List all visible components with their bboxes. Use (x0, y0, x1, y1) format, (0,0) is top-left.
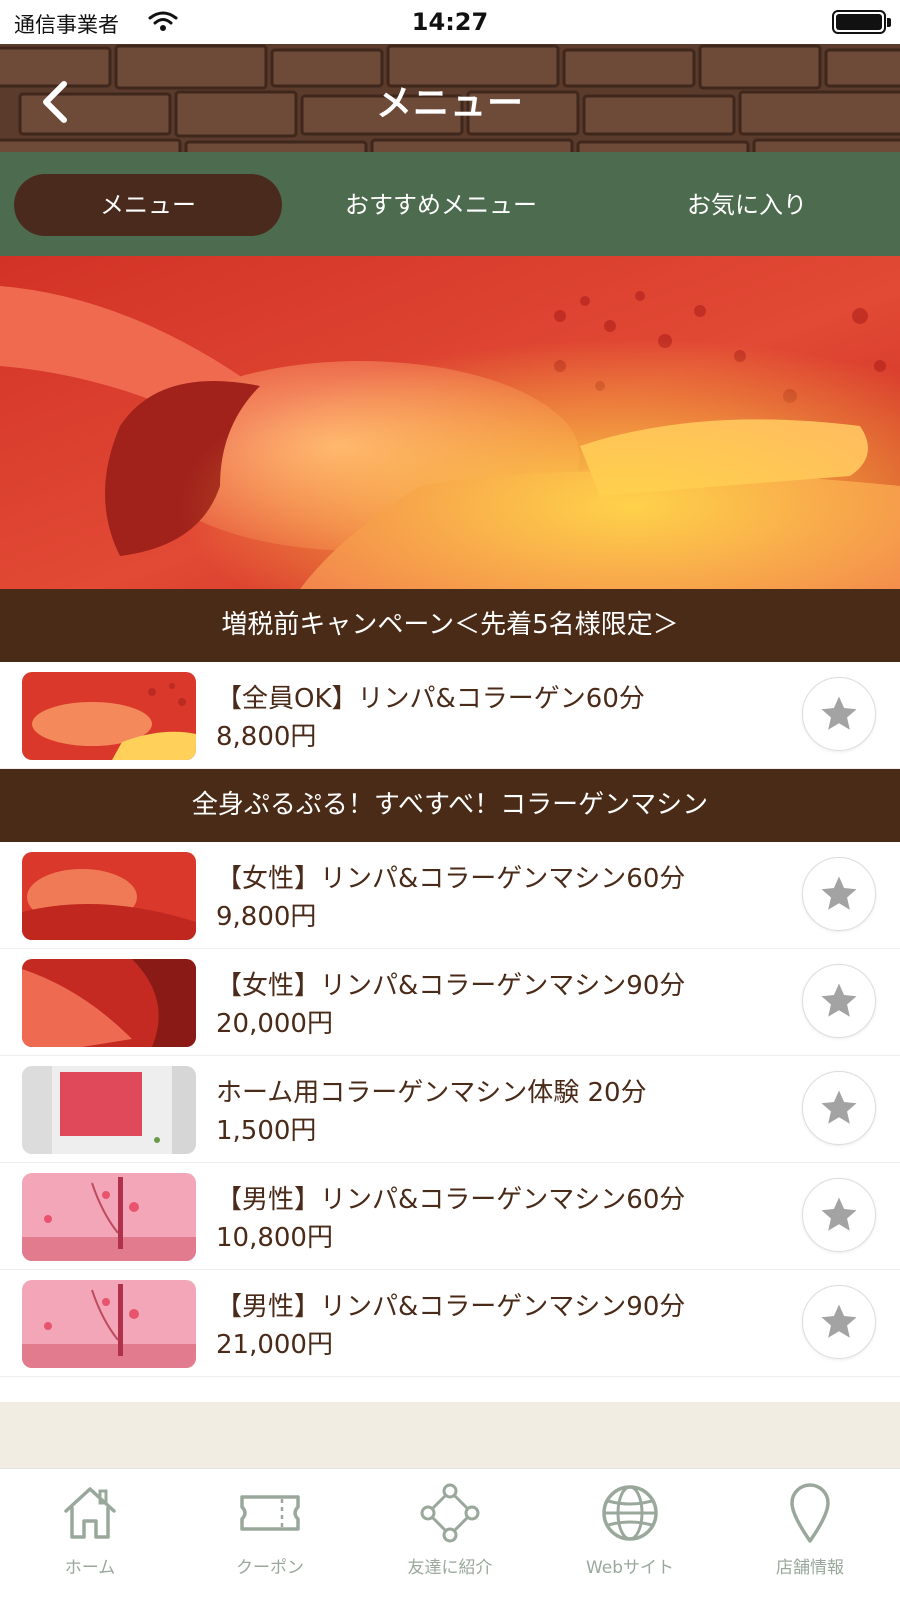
favorite-button[interactable] (802, 857, 876, 931)
status-time: 14:27 (411, 8, 489, 36)
nav-coupon[interactable]: クーポン (180, 1481, 360, 1591)
menu-item-name: 【男性】リンパ&コラーゲンマシン60分 (216, 1185, 686, 1215)
menu-item[interactable]: 【男性】リンパ&コラーゲンマシン60分 10,800円 (0, 1163, 900, 1270)
menu-item-price: 9,800円 (216, 902, 317, 932)
menu-item[interactable]: 【女性】リンパ&コラーゲンマシン60分 9,800円 (0, 842, 900, 949)
nav-home-label: ホーム (64, 1558, 116, 1578)
menu-item-price: 20,000円 (216, 1009, 333, 1039)
tab-recommended[interactable]: おすすめメニュー (306, 174, 576, 236)
star-icon (821, 696, 857, 730)
favorite-button[interactable] (802, 964, 876, 1038)
home-icon (64, 1487, 116, 1539)
menu-item[interactable]: 【女性】リンパ&コラーゲンマシン90分 20,000円 (0, 949, 900, 1056)
favorite-button[interactable] (802, 1178, 876, 1252)
back-chevron-icon[interactable] (28, 72, 88, 132)
menu-item-price: 21,000円 (216, 1330, 333, 1360)
section-header-campaign: 増税前キャンペーン＜先着5名様限定＞ (0, 589, 900, 662)
nav-website[interactable]: Webサイト (540, 1481, 720, 1591)
menu-item[interactable]: 【全員OK】リンパ&コラーゲン60分 8,800円 (0, 662, 900, 769)
favorite-button[interactable] (802, 677, 876, 751)
menu-item-name: 【全員OK】リンパ&コラーゲン60分 (216, 684, 645, 714)
section-header-collagen: 全身ぷるぷる！すべすべ！コラーゲンマシン (0, 769, 900, 842)
share-icon (420, 1483, 480, 1543)
menu-item-price: 10,800円 (216, 1223, 333, 1253)
menu-item-name: ホーム用コラーゲンマシン体験 20分 (216, 1078, 647, 1108)
menu-item-name: 【男性】リンパ&コラーゲンマシン90分 (216, 1292, 686, 1322)
star-icon (821, 983, 857, 1017)
menu-thumbnail (22, 959, 196, 1047)
favorite-button[interactable] (802, 1071, 876, 1145)
menu-thumbnail (22, 852, 196, 940)
menu-item-price: 1,500円 (216, 1116, 317, 1146)
carrier-label: 通信事業者 (14, 13, 119, 37)
menu-thumbnail (22, 672, 196, 760)
menu-thumbnail (22, 1173, 196, 1261)
menu-item[interactable]: ホーム用コラーゲンマシン体験 20分 1,500円 (0, 1056, 900, 1163)
star-icon (821, 1090, 857, 1124)
menu-item[interactable]: 【男性】リンパ&コラーゲンマシン90分 21,000円 (0, 1270, 900, 1377)
ticket-icon (240, 1495, 300, 1531)
bottom-tab-bar: ホーム クーポン 友達に紹介 Webサイト 店舗情報 (0, 1468, 900, 1598)
favorite-button[interactable] (802, 1285, 876, 1359)
menu-item-name: 【女性】リンパ&コラーゲンマシン90分 (216, 971, 686, 1001)
menu-thumbnail (22, 1066, 196, 1154)
nav-coupon-label: クーポン (236, 1558, 304, 1578)
list-footer-spacer (0, 1402, 900, 1468)
nav-invite[interactable]: 友達に紹介 (360, 1481, 540, 1591)
battery-icon (832, 10, 891, 34)
tab-menu[interactable]: メニュー (14, 174, 282, 236)
nav-invite-label: 友達に紹介 (407, 1558, 493, 1578)
menu-item-price: 8,800円 (216, 722, 317, 752)
nav-website-label: Webサイト (585, 1558, 675, 1578)
stone-wall-background (0, 44, 900, 152)
nav-home[interactable]: ホーム (0, 1481, 180, 1591)
star-icon (821, 1197, 857, 1231)
tab-favorites[interactable]: お気に入り (612, 174, 882, 236)
globe-icon (602, 1485, 658, 1541)
menu-item-name: 【女性】リンパ&コラーゲンマシン60分 (216, 864, 686, 894)
menu-thumbnail (22, 1280, 196, 1368)
nav-store-info-label: 店舗情報 (776, 1558, 844, 1578)
nav-header: メニュー (0, 44, 900, 152)
tab-bar: メニュー おすすめメニュー お気に入り (0, 152, 900, 256)
star-icon (821, 1304, 857, 1338)
hero-image (0, 256, 900, 589)
star-icon (821, 876, 857, 910)
map-pin-icon (790, 1483, 830, 1543)
status-bar: 通信事業者 14:27 (0, 0, 900, 44)
wifi-icon (148, 11, 178, 31)
nav-store-info[interactable]: 店舗情報 (720, 1481, 900, 1591)
